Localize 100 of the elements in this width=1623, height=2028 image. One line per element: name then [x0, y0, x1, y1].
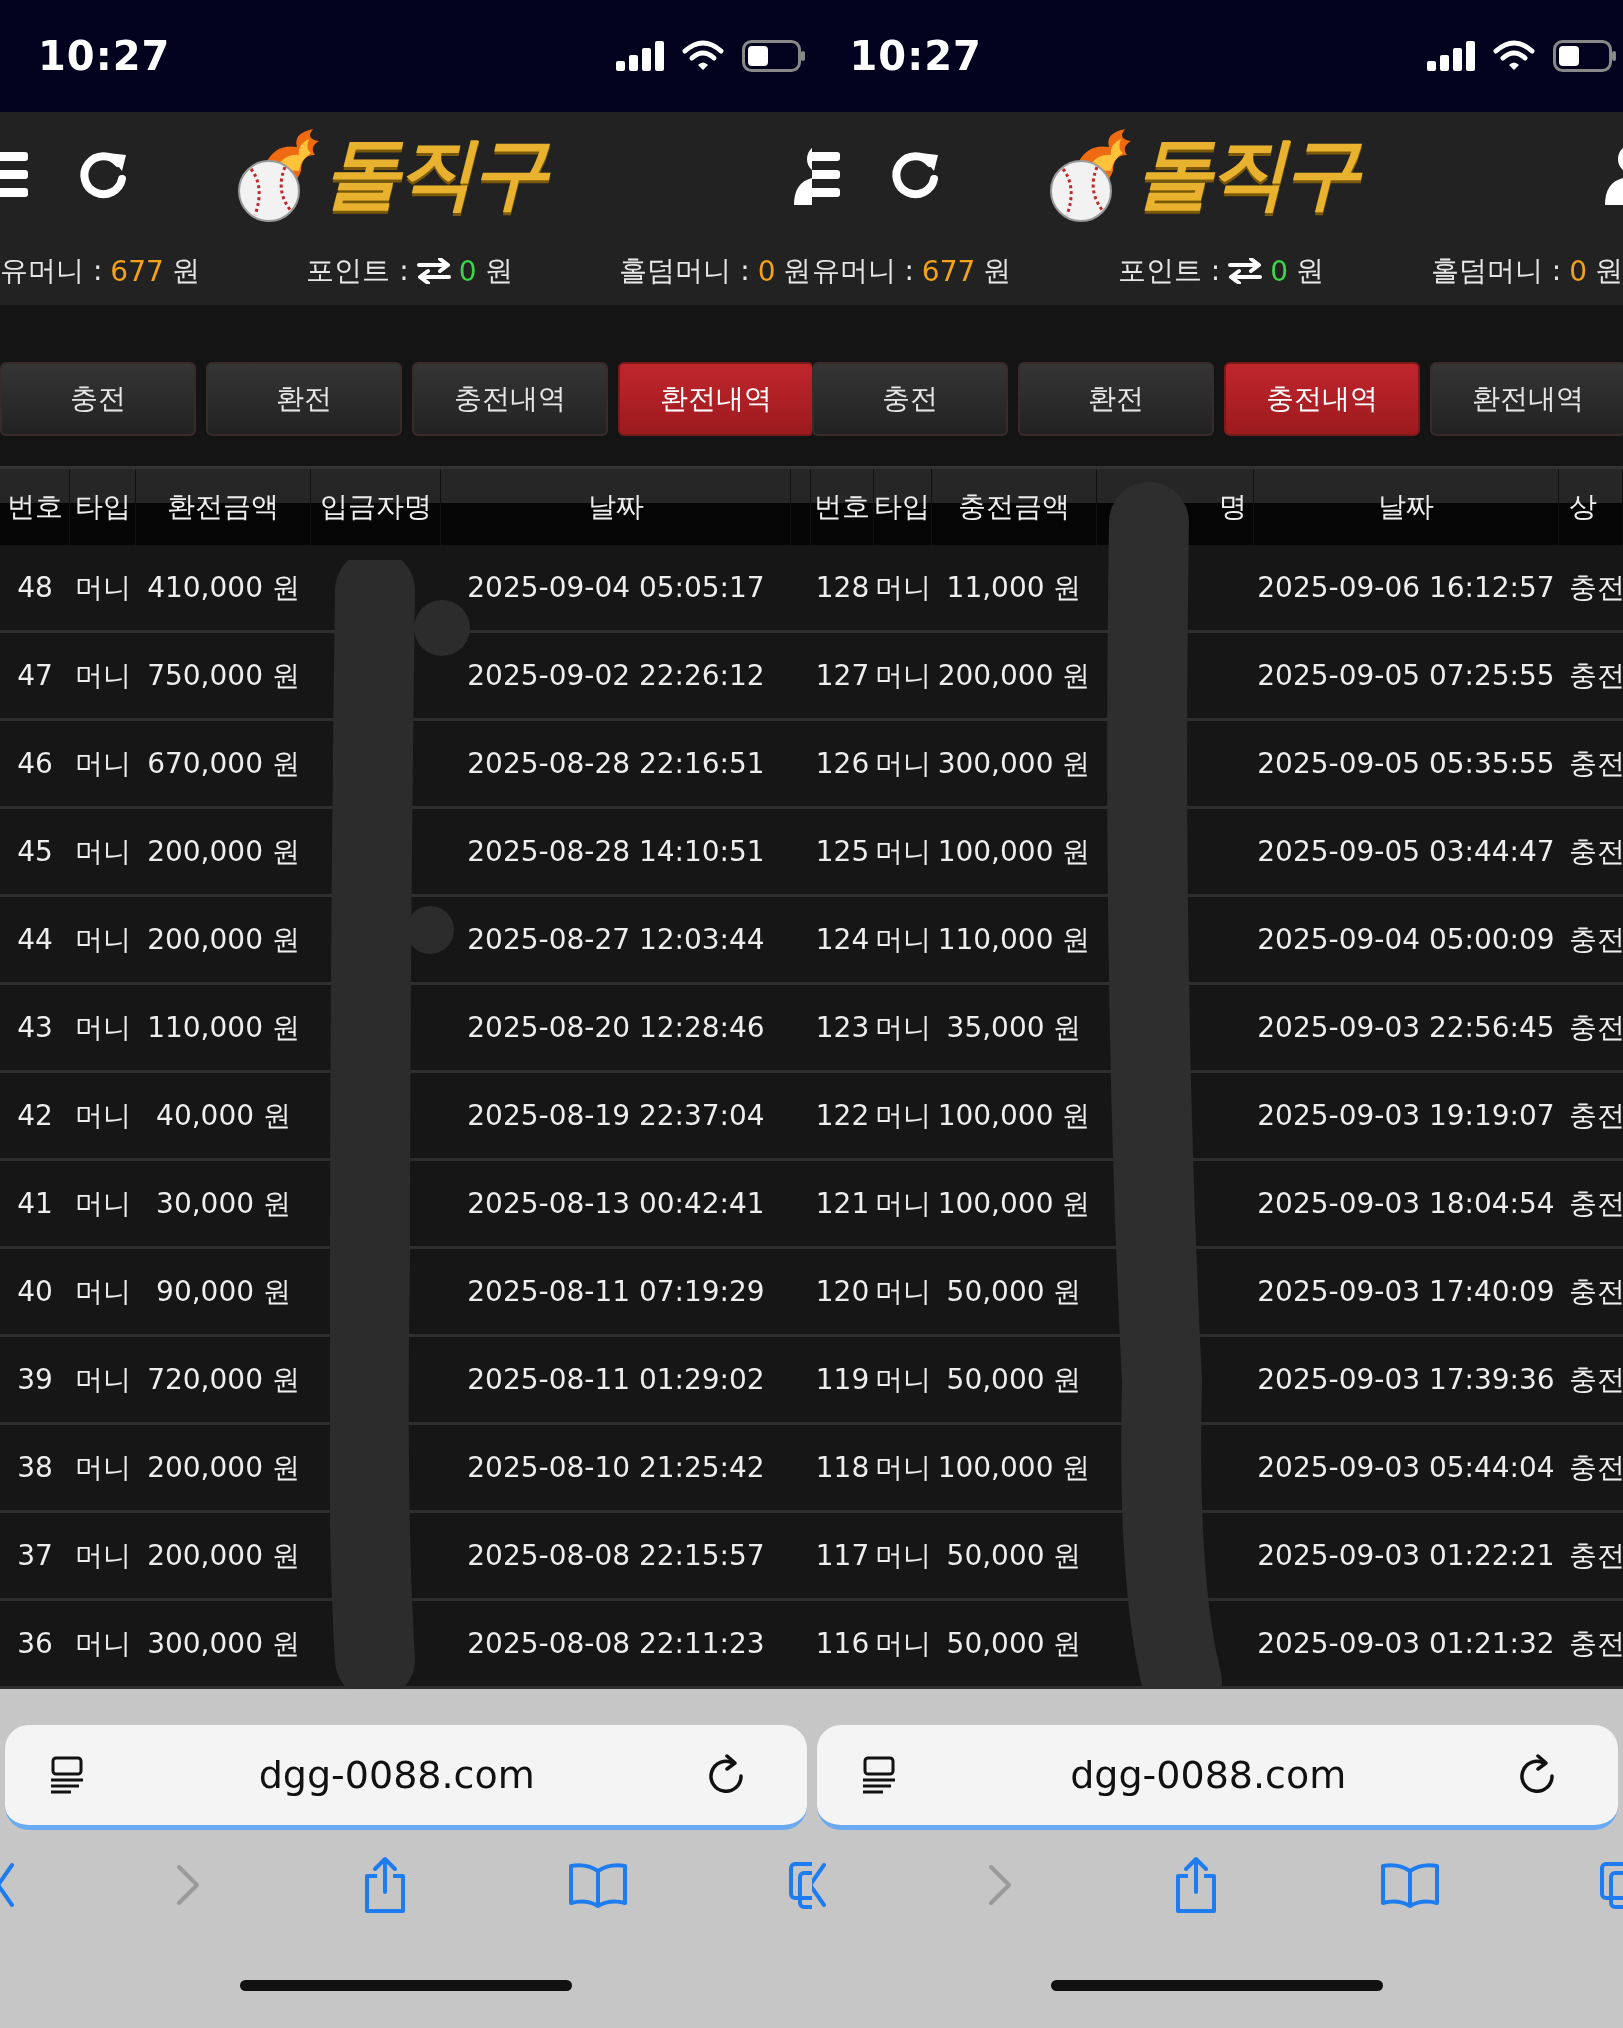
table-cell-text: 40,000 원 [156, 1097, 291, 1134]
column-header: 상 [1568, 489, 1597, 525]
table-cell-text: 200,000 원 [147, 1449, 300, 1486]
table-cell-text: 100,000 원 [937, 1449, 1091, 1486]
tab[interactable]: 환전 [206, 362, 402, 436]
table-cell: 2025-08-27 12:03:44 [467, 923, 765, 956]
table-cell: 42 [17, 1099, 53, 1132]
balance-label: 포인트 : [1117, 253, 1221, 289]
battery-icon [741, 40, 806, 72]
table-cell-text: 머니 [75, 745, 131, 782]
table-cell: 2025-09-03 18:04:54 [1257, 1187, 1555, 1220]
table-cell-text: 410,000 원 [147, 569, 300, 606]
column-header: 충전금액 [957, 489, 1070, 525]
column-header: 타입 [74, 489, 131, 525]
column-header: 번호 [6, 489, 63, 525]
table-cell-text: 300,000 원 [147, 1625, 300, 1662]
table-cell-text: 충전 [1568, 1097, 1623, 1134]
table-cell-text: 머니 [874, 657, 931, 694]
tab[interactable]: 충전 [811, 362, 1008, 436]
table-cell-text: 670,000 원 [147, 745, 300, 782]
table-cell-text: 충전 [1568, 1185, 1623, 1222]
address-bar[interactable]: dgg-0088.com [816, 1725, 1618, 1830]
table-cell-text: 머니 [75, 569, 131, 606]
table-cell-text: 충전 [1568, 1009, 1623, 1046]
table-cell-text: 200,000 원 [147, 921, 300, 958]
table-cell-text: 머니 [874, 1009, 931, 1046]
table-cell: 2025-08-13 00:42:41 [467, 1187, 765, 1220]
table-cell-text: 머니 [874, 1185, 931, 1222]
balance-value: 0 [757, 254, 776, 288]
tab[interactable]: 충전내역 [412, 362, 608, 436]
currency-unit: 원 [1595, 253, 1623, 289]
currency-unit: 원 [783, 253, 812, 289]
table-cell-text: 720,000 원 [147, 1361, 300, 1398]
table-cell: 121 [815, 1187, 870, 1220]
table-cell-text: 머니 [75, 1185, 131, 1222]
table-cell-text: 충전 [1568, 921, 1623, 958]
table-cell: 2025-08-28 22:16:51 [467, 747, 765, 780]
balance-value: 0 [1270, 254, 1289, 288]
table-cell-text: 충전 [1568, 1273, 1623, 1310]
table-cell-text: 머니 [874, 1449, 931, 1486]
table-cell: 2025-09-03 05:44:04 [1257, 1451, 1555, 1484]
table-cell: 2025-08-11 01:29:02 [467, 1363, 765, 1396]
tab[interactable]: 환전내역 [618, 362, 812, 436]
table-cell: 40 [17, 1275, 53, 1308]
table-cell-text: 머니 [874, 1097, 931, 1134]
column-header: 타입 [874, 489, 930, 525]
table-cell: 2025-09-05 03:44:47 [1257, 835, 1555, 868]
table-cell: 118 [815, 1451, 870, 1484]
url-text: dgg-0088.com [257, 1753, 536, 1797]
table-cell: 38 [17, 1451, 53, 1484]
table-cell: 2025-09-05 05:35:55 [1257, 747, 1555, 780]
table-cell: 124 [815, 923, 870, 956]
table-cell: 2025-08-10 21:25:42 [467, 1451, 765, 1484]
table-cell: 122 [815, 1099, 870, 1132]
table-cell: 2025-08-08 22:15:57 [467, 1539, 765, 1572]
status-time: 10:27 [849, 33, 983, 79]
table-cell-text: 머니 [874, 1537, 931, 1574]
table-cell: 116 [815, 1627, 870, 1660]
table-cell-text: 충전 [1568, 833, 1623, 870]
tab[interactable]: 환전내역 [1429, 362, 1623, 436]
balance-label: 유머니 : [0, 253, 103, 289]
table-cell: 2025-09-04 05:00:09 [1257, 923, 1555, 956]
table-cell: 39 [17, 1363, 53, 1396]
table-cell-text: 머니 [874, 1361, 931, 1398]
table-cell-text: 머니 [75, 1097, 131, 1134]
table-cell: 127 [815, 659, 870, 692]
table-cell-text: 35,000 원 [946, 1009, 1082, 1046]
status-time: 10:27 [38, 33, 172, 79]
tab[interactable]: 충전 [0, 362, 196, 436]
table-cell: 2025-09-03 17:40:09 [1257, 1275, 1555, 1308]
table-cell: 128 [815, 571, 870, 604]
column-header: 번호 [814, 489, 870, 525]
table-cell: 45 [17, 835, 53, 868]
table-cell: 36 [17, 1627, 53, 1660]
table-cell: 2025-09-03 01:22:21 [1257, 1539, 1555, 1572]
table-cell: 2025-09-02 22:26:12 [467, 659, 765, 692]
table-cell-text: 110,000 원 [937, 921, 1091, 958]
tab[interactable]: 환전 [1017, 362, 1214, 436]
table-cell: 2025-09-03 01:21:32 [1257, 1627, 1555, 1660]
table-cell-text: 충전 [1568, 1625, 1623, 1662]
table-cell: 41 [17, 1187, 53, 1220]
currency-unit: 원 [171, 253, 200, 289]
table-cell: 47 [17, 659, 53, 692]
table-cell: 2025-08-08 22:11:23 [467, 1627, 765, 1660]
table-cell-text: 머니 [75, 921, 131, 958]
table-cell: 46 [17, 747, 53, 780]
balance-label: 유머니 : [811, 253, 914, 289]
table-cell: 117 [815, 1539, 870, 1572]
table-cell: 120 [815, 1275, 870, 1308]
table-cell-text: 30,000 원 [156, 1185, 291, 1222]
table-cell-text: 머니 [75, 1449, 131, 1486]
tab[interactable]: 충전내역 [1223, 362, 1420, 436]
table-cell-text: 100,000 원 [937, 833, 1091, 870]
table-cell-text: 충전 [1568, 657, 1623, 694]
table-cell-text: 충전 [1568, 745, 1623, 782]
table-cell-text: 머니 [75, 833, 131, 870]
address-bar[interactable]: dgg-0088.com [5, 1725, 807, 1830]
table-cell-text: 머니 [75, 657, 131, 694]
table-cell-text: 50,000 원 [946, 1273, 1082, 1310]
column-header: 날짜 [1377, 489, 1434, 525]
